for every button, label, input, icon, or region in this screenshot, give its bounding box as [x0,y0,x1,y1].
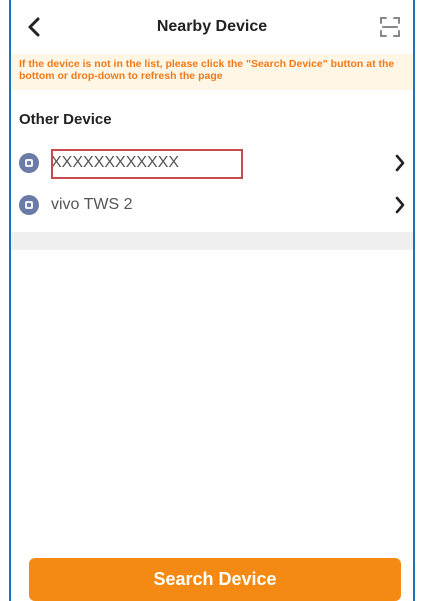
device-name: vivo TWS 2 [51,196,133,213]
page-title: Nearby Device [156,18,268,35]
scan-icon[interactable] [379,16,401,38]
header: Nearby Device [11,0,413,54]
chevron-left-icon[interactable] [23,15,47,39]
chevron-right-icon [395,196,405,214]
section-title-other-device: Other Device [19,111,112,128]
list-divider-band [11,232,413,250]
device-row[interactable]: XXXXXXXXXXXX [11,142,413,184]
app-frame: Nearby Device If the device is not in th… [9,0,415,601]
device-row[interactable]: vivo TWS 2 [11,184,413,226]
refresh-notice: If the device is not in the list, please… [11,54,413,90]
device-list: XXXXXXXXXXXX vivo TWS 2 [11,142,413,226]
device-icon [19,195,39,215]
chevron-right-icon [395,154,405,172]
search-device-button[interactable]: Search Device [29,558,401,601]
highlight-box [51,149,243,179]
device-icon [19,153,39,173]
